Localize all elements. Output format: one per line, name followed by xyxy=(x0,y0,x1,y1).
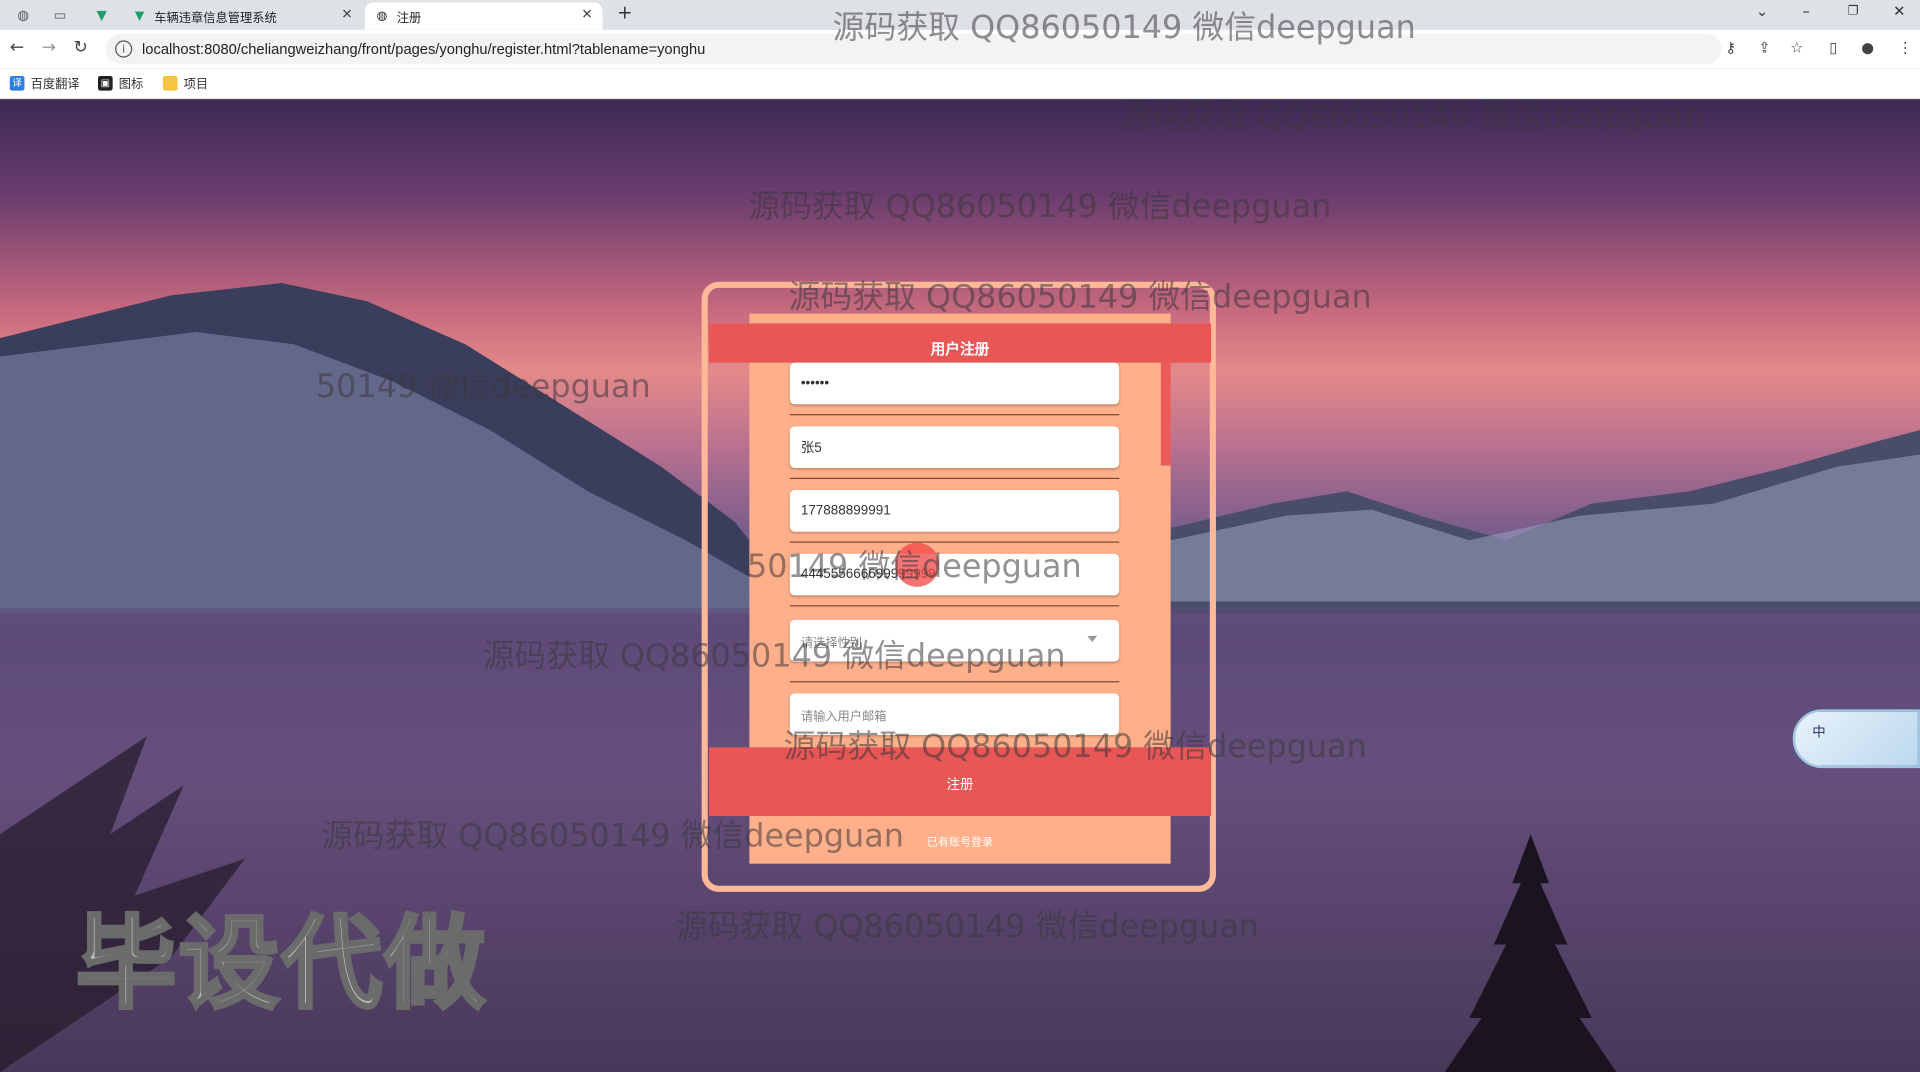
tab-title: 注册 xyxy=(396,11,422,26)
profile-icon[interactable]: ● xyxy=(1861,39,1874,56)
divider xyxy=(789,477,1120,480)
big-watermark: 毕设代做 xyxy=(74,905,488,1025)
key-icon[interactable]: ⚷ xyxy=(1725,39,1736,56)
bookmark-baidu-translate[interactable]: 译 百度翻译 xyxy=(9,74,80,92)
confirm-password-input[interactable]: •••••• xyxy=(789,362,1120,405)
divider xyxy=(789,414,1120,416)
v-logo-icon: ▼ xyxy=(134,9,145,23)
globe-icon: ◍ xyxy=(376,9,388,23)
watermark: 源码获取 QQ86050149 微信deepguan xyxy=(748,188,1332,226)
bookmark-icon: ▣ xyxy=(97,75,113,91)
watermark: 源码获取 QQ86050149 微信deepguan xyxy=(783,728,1367,766)
watermark: 源码获取 QQ86050149 微信deepguan xyxy=(832,9,1416,47)
ime-floating-widget[interactable]: 中 xyxy=(1792,709,1920,769)
folder-icon xyxy=(162,75,178,91)
minimize-icon[interactable]: – xyxy=(1802,2,1809,19)
back-arrow-icon[interactable]: ← xyxy=(10,38,24,58)
tab-title: 车辆违章信息管理系统 xyxy=(154,11,277,26)
globe-icon[interactable]: ◍ xyxy=(12,4,34,26)
v-logo-icon[interactable]: ▼ xyxy=(91,4,113,26)
blank-tab-icon[interactable]: ▭ xyxy=(49,4,71,26)
watermark: 源码获取 QQ86050149 微信deepguan xyxy=(482,638,1066,676)
menu-icon[interactable]: ⋮ xyxy=(1898,39,1913,56)
ime-label: 中 xyxy=(1812,724,1826,740)
side-panel-icon[interactable]: ▯ xyxy=(1829,39,1837,56)
chevron-down-icon[interactable]: ⌄ xyxy=(1756,2,1768,19)
forward-arrow-icon[interactable]: → xyxy=(42,38,56,58)
watermark: 源码获取 QQ86050149 微信deepguan xyxy=(788,279,1372,317)
bookmark-label: 项目 xyxy=(183,78,209,92)
watermark: 源码获取 QQ86050149 微信deepguan xyxy=(1120,99,1704,136)
watermark: 50149 微信deepguan xyxy=(315,368,651,406)
phone-input[interactable]: 177888899991 xyxy=(789,490,1120,532)
url-text: localhost:8080/cheliangweizhang/front/pa… xyxy=(142,40,706,58)
name-input[interactable]: 张5 xyxy=(789,426,1120,468)
restore-icon[interactable]: ❐ xyxy=(1848,5,1859,18)
tab-vehicle-system[interactable]: ▼ 车辆违章信息管理系统 ✕ xyxy=(122,2,362,29)
bookmark-label: 百度翻译 xyxy=(30,78,80,92)
divider xyxy=(789,605,1120,607)
translate-icon: 译 xyxy=(9,75,25,91)
reload-icon[interactable]: ↻ xyxy=(73,38,87,58)
info-icon[interactable]: i xyxy=(115,40,133,58)
bookmark-projects[interactable]: 项目 xyxy=(162,74,209,92)
divider xyxy=(789,681,1120,683)
share-icon[interactable]: ⇪ xyxy=(1758,39,1770,56)
watermark: 源码获取 QQ86050149 微信deepguan xyxy=(675,909,1260,946)
scrollbar-thumb[interactable] xyxy=(1160,362,1171,466)
form-title: 用户注册 xyxy=(708,323,1212,363)
new-tab-button[interactable]: + xyxy=(617,1,632,23)
close-window-icon[interactable]: ✕ xyxy=(1893,2,1905,19)
bookmark-label: 图标 xyxy=(118,78,144,92)
close-icon[interactable]: ✕ xyxy=(341,6,352,22)
tab-register[interactable]: ◍ 注册 ✕ xyxy=(364,2,603,30)
chevron-down-icon xyxy=(1087,635,1098,642)
close-icon[interactable]: ✕ xyxy=(581,6,592,22)
star-icon[interactable]: ☆ xyxy=(1790,39,1803,56)
watermark: 50149 微信deepguan xyxy=(746,548,1082,586)
bookmark-icons[interactable]: ▣ 图标 xyxy=(97,74,144,92)
watermark: 源码获取 QQ86050149 微信deepguan xyxy=(320,818,904,856)
